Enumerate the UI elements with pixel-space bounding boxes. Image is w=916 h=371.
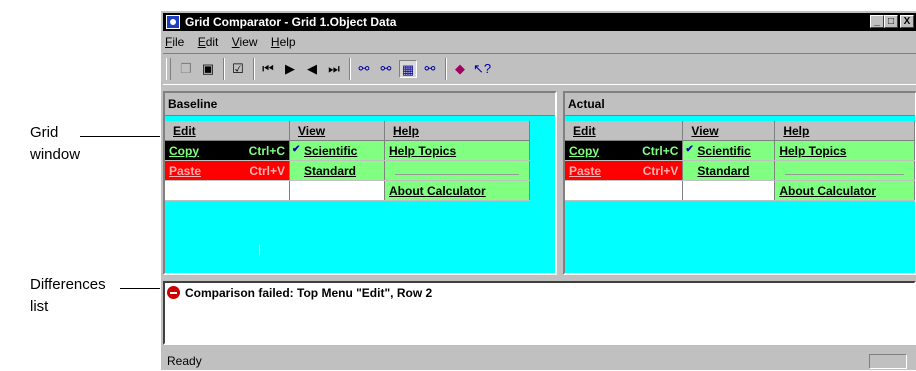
grid-cell[interactable]: [565, 180, 684, 201]
failed-icon: [167, 286, 180, 299]
grid-cell[interactable]: [682, 180, 776, 201]
callout-grid-window: Grid window: [30, 122, 80, 166]
window-title: Grid Comparator - Grid 1.Object Data: [185, 15, 397, 29]
grid-cell[interactable]: Help Topics: [384, 140, 530, 161]
grid-cell[interactable]: Scientific: [682, 140, 776, 161]
toolbar-separator: [253, 58, 255, 80]
callout-differences-line2: list: [30, 298, 49, 315]
menu-file[interactable]: File: [165, 35, 184, 49]
baseline-grid: Edit View Help CopyCtrl+C Scientific Hel…: [165, 121, 530, 201]
baseline-grid-window[interactable]: Baseline Edit View Help CopyCtrl+C Scien…: [163, 91, 557, 275]
col-header-help[interactable]: Help: [774, 121, 915, 141]
previous-icon[interactable]: ◀: [303, 60, 321, 78]
compare-icon-1[interactable]: ⚯: [355, 60, 373, 78]
separator-line: [395, 174, 519, 175]
properties-icon[interactable]: ☑: [229, 60, 247, 78]
copy-icon[interactable]: ❐: [177, 60, 195, 78]
table-row: CopyCtrl+C Scientific Help Topics: [165, 140, 530, 161]
callout-grid-window-line1: Grid: [30, 124, 59, 141]
menu-edit[interactable]: Edit: [198, 35, 219, 49]
callout-differences-line1: Differences: [30, 276, 106, 293]
compare-icon-4[interactable]: ⚯: [421, 60, 439, 78]
grid-cell-diff[interactable]: Paste Ctrl+V: [565, 160, 684, 181]
minimize-button[interactable]: _: [870, 15, 884, 28]
grid-cell[interactable]: Standard: [682, 160, 776, 181]
grid-cell[interactable]: [289, 180, 385, 201]
col-header-help[interactable]: Help: [384, 121, 530, 141]
app-icon[interactable]: [166, 15, 180, 29]
menu-help[interactable]: Help: [271, 35, 296, 49]
actual-grid-header-row: Edit View Help: [565, 121, 915, 141]
callout-grid-window-pointer: [80, 136, 166, 137]
callout-differences-list: Differences list: [30, 274, 106, 318]
table-row: About Calculator: [165, 180, 530, 201]
baseline-grid-header-row: Edit View Help: [165, 121, 530, 141]
grid-comparator-window: Grid Comparator - Grid 1.Object Data _ □…: [160, 10, 916, 370]
grid-cell[interactable]: Help Topics: [774, 140, 915, 161]
grid-cell[interactable]: Copy Ctrl+C: [565, 140, 684, 161]
toolbar: ❐ ▣ ☑ ⏮ ▶ ◀ ⏭ ⚯ ⚯ ▦ ⚯ ◆ ↖?: [163, 53, 916, 85]
table-row: About Calculator: [565, 180, 915, 201]
difference-text: Comparison failed: Top Menu "Edit", Row …: [185, 286, 433, 300]
table-row: Paste Ctrl+V Standard: [565, 160, 915, 181]
toolbar-separator: [445, 58, 447, 80]
grid-cell[interactable]: About Calculator: [384, 180, 530, 201]
callout-grid-window-line2: window: [30, 146, 81, 163]
compare-icon-2[interactable]: ⚯: [377, 60, 395, 78]
last-icon[interactable]: ⏭: [325, 60, 343, 78]
baseline-header: Baseline: [165, 93, 555, 116]
next-icon[interactable]: ▶: [281, 60, 299, 78]
col-header-view[interactable]: View: [289, 121, 385, 141]
status-bar: Ready: [163, 351, 916, 371]
compare-icon-3[interactable]: ▦: [399, 60, 417, 78]
table-row: CopyCtrl+C Scientific Help Topics: [565, 140, 915, 161]
menu-view[interactable]: View: [232, 35, 258, 49]
menu-bar: File Edit View Help: [165, 35, 306, 51]
grid-cell-separator[interactable]: [774, 160, 915, 181]
actual-grid: Edit View Help CopyCtrl+C Scientific Hel…: [565, 121, 915, 201]
col-header-edit[interactable]: Edit: [165, 121, 290, 141]
title-bar[interactable]: Grid Comparator - Grid 1.Object Data _ □…: [163, 13, 916, 31]
grid-cell[interactable]: Scientific: [289, 140, 385, 161]
toolbar-separator: [223, 58, 225, 80]
actual-grid-window[interactable]: Actual Edit View Help CopyCtrl+C Scienti…: [563, 91, 916, 275]
maximize-button[interactable]: □: [884, 15, 898, 28]
grid-cell-diff[interactable]: Paste Ctrl+V: [165, 160, 290, 181]
context-help-icon[interactable]: ↖?: [473, 60, 491, 78]
grid-cell-separator[interactable]: [384, 160, 530, 181]
close-button[interactable]: X: [900, 15, 914, 28]
save-icon[interactable]: ▣: [199, 60, 217, 78]
book-icon[interactable]: ◆: [451, 60, 469, 78]
toolbar-grip[interactable]: [166, 58, 171, 80]
text-cursor: [259, 245, 260, 255]
separator-line: [785, 174, 904, 175]
grid-cell[interactable]: Standard: [289, 160, 385, 181]
table-row: Paste Ctrl+V Standard: [165, 160, 530, 181]
col-header-view[interactable]: View: [682, 121, 776, 141]
status-text: Ready: [167, 354, 202, 368]
actual-header: Actual: [565, 93, 915, 116]
list-item[interactable]: Comparison failed: Top Menu "Edit", Row …: [167, 285, 432, 301]
toolbar-separator: [349, 58, 351, 80]
grid-cell[interactable]: About Calculator: [774, 180, 915, 201]
status-panel: [869, 354, 907, 369]
col-header-edit[interactable]: Edit: [565, 121, 684, 141]
first-icon[interactable]: ⏮: [259, 60, 277, 78]
grid-cell[interactable]: Copy Ctrl+C: [165, 140, 290, 161]
grid-cell[interactable]: [165, 180, 290, 201]
differences-list[interactable]: Comparison failed: Top Menu "Edit", Row …: [163, 281, 916, 345]
